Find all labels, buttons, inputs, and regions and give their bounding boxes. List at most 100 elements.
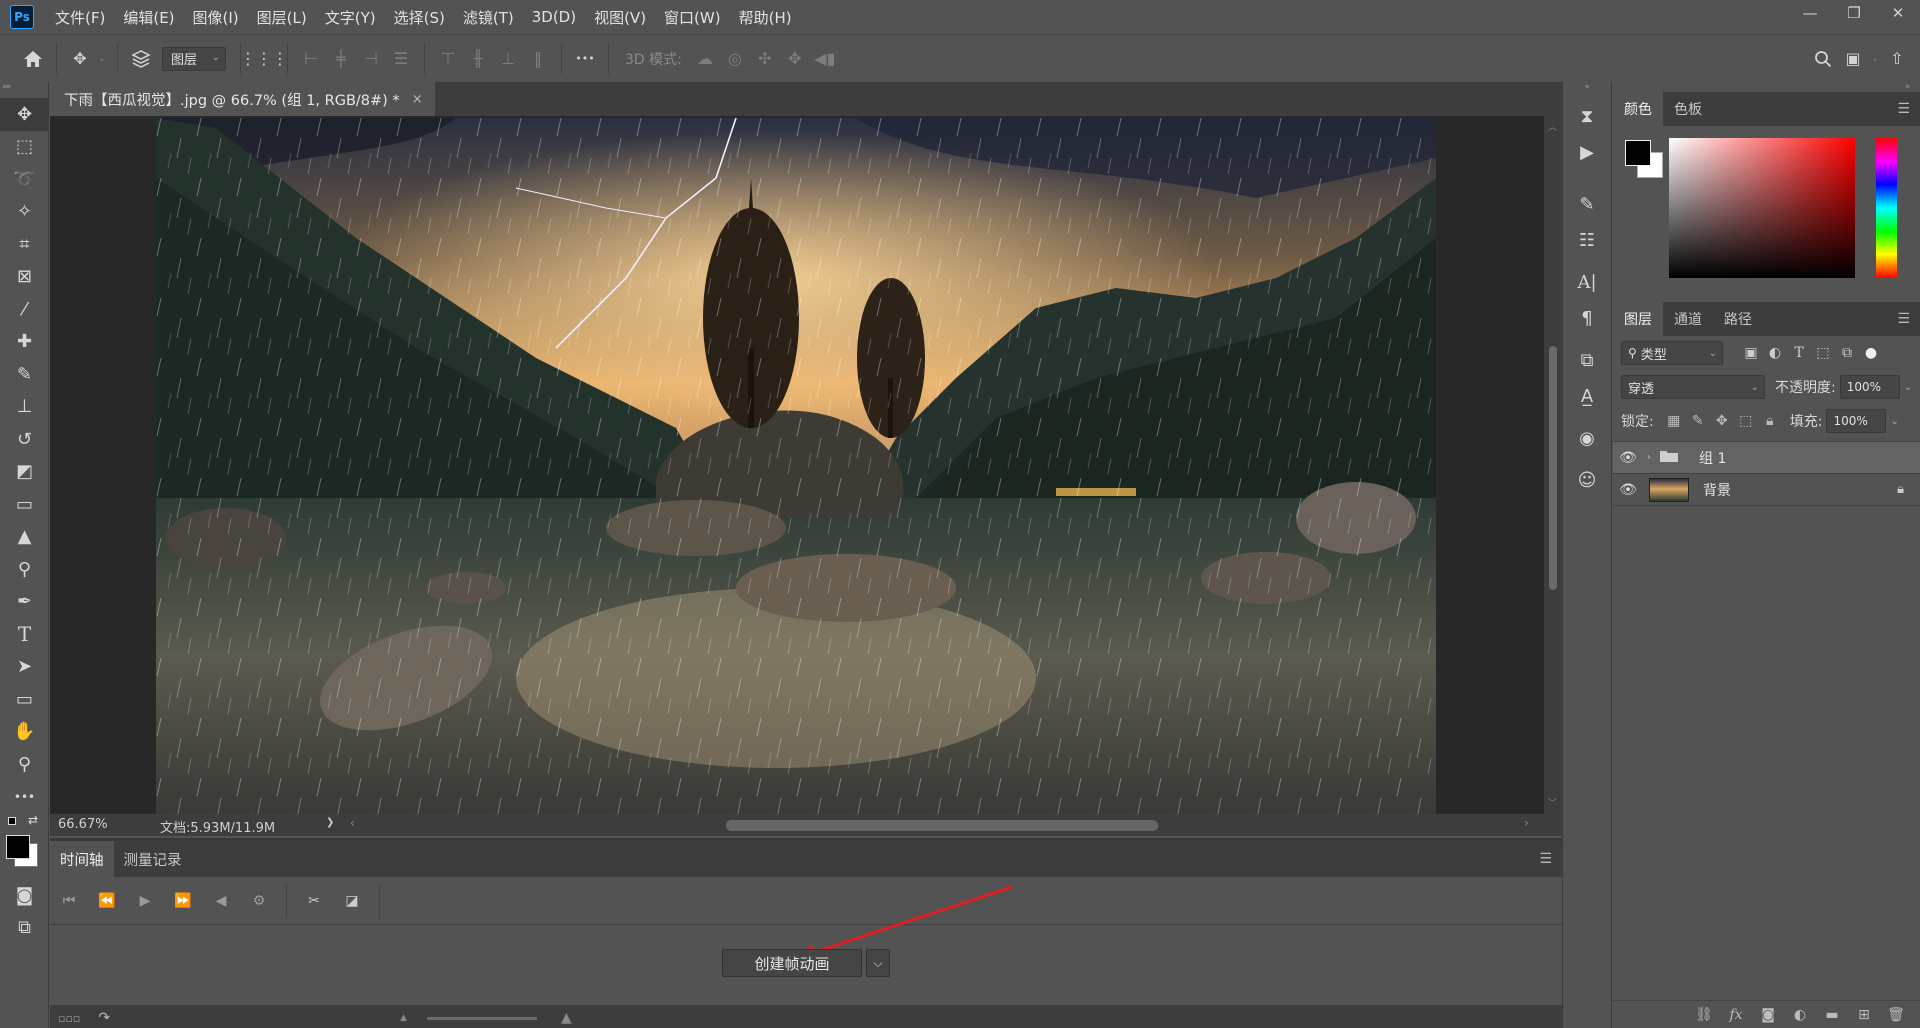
move-tool-icon[interactable]: ✥ [65, 44, 95, 74]
pen-tool-icon[interactable]: ✒ [0, 586, 49, 619]
filter-adjustment-icon[interactable]: ◐ [1763, 345, 1787, 361]
layer-style-fx-icon[interactable]: fx [1720, 1007, 1752, 1023]
document-tab[interactable]: 下雨【西瓜视觉】.jpg @ 66.7% (组 1, RGB/8#) * × [50, 82, 435, 116]
previous-frame-icon[interactable]: ⏪ [88, 877, 126, 925]
tab-color[interactable]: 颜色 [1613, 92, 1663, 126]
align-left-icon[interactable]: ⊢ [296, 44, 326, 74]
tab-paths[interactable]: 路径 [1713, 302, 1763, 336]
transition-icon[interactable]: ◪ [333, 877, 371, 925]
type-tool-icon[interactable]: T [0, 618, 49, 651]
more-options-icon[interactable]: ••• [570, 44, 600, 74]
path-selection-tool-icon[interactable]: ➤ [0, 651, 49, 684]
menu-view[interactable]: 视图(V) [585, 0, 655, 34]
link-layers-icon[interactable]: ⛓ [1688, 1007, 1720, 1023]
paragraph-panel-icon[interactable]: ¶ [1563, 300, 1611, 336]
scroll-up-icon[interactable]: ︿ [1548, 120, 1557, 133]
filter-toggle-icon[interactable]: ● [1859, 345, 1883, 361]
menu-image[interactable]: 图像(I) [184, 0, 248, 34]
filter-pixel-icon[interactable]: ▣ [1739, 345, 1763, 361]
align-top-icon[interactable]: ⊤ [433, 44, 463, 74]
panel-menu-icon[interactable]: ☰ [1897, 311, 1910, 327]
filter-shape-icon[interactable]: ⬚ [1811, 345, 1835, 361]
menu-type[interactable]: 文字(Y) [316, 0, 385, 34]
edit-toolbar-icon[interactable]: ••• [0, 781, 49, 814]
menu-help[interactable]: 帮助(H) [730, 0, 801, 34]
healing-brush-tool-icon[interactable]: ✚ [0, 326, 49, 359]
menu-file[interactable]: 文件(F) [46, 0, 114, 34]
workspace-icon[interactable]: ▣ [1838, 44, 1868, 74]
scroll-left-icon[interactable]: ‹ [350, 816, 355, 830]
rectangle-tool-icon[interactable]: ▭ [0, 683, 49, 716]
foreground-color-swatch[interactable] [1625, 140, 1651, 166]
hue-slider[interactable] [1876, 138, 1897, 278]
close-icon[interactable]: × [412, 92, 423, 107]
history-panel-icon[interactable]: ⧗ [1563, 98, 1611, 134]
glyphs-icon[interactable]: ⧉ [1563, 342, 1611, 378]
foreground-color-swatch[interactable] [6, 835, 30, 859]
marquee-tool-icon[interactable]: ⬚ [0, 131, 49, 164]
opacity-field[interactable]: 100% [1839, 375, 1900, 399]
expand-chevron-icon[interactable]: › [1647, 452, 1659, 463]
lock-image-icon[interactable]: ✎ [1686, 413, 1710, 429]
blend-mode-select[interactable]: 穿透 ⌄ [1621, 375, 1765, 399]
lock-position-icon[interactable]: ✥ [1710, 413, 1734, 429]
quick-mask-icon[interactable]: ◙ [0, 879, 49, 912]
collapse-arrows-icon[interactable]: » [2, 82, 8, 92]
create-animation-dropdown[interactable]: ⌵ [866, 949, 890, 977]
align-center-h-icon[interactable]: ╪ [326, 44, 356, 74]
layer-filter-select[interactable]: ⚲ 类型 ⌄ [1621, 341, 1723, 365]
brush-tool-icon[interactable]: ✎ [0, 358, 49, 391]
magic-wand-tool-icon[interactable]: ✧ [0, 196, 49, 229]
close-button[interactable]: ✕ [1876, 0, 1920, 26]
convert-frames-icon[interactable]: ▫▫▫ [58, 1012, 80, 1025]
hand-tool-icon[interactable]: ✋ [0, 716, 49, 749]
menu-filter[interactable]: 滤镜(T) [454, 0, 523, 34]
clone-stamp-tool-icon[interactable]: ⊥ [0, 391, 49, 424]
lock-all-icon[interactable]: 🔒︎ [1758, 413, 1782, 429]
tab-swatches[interactable]: 色板 [1663, 92, 1713, 126]
canvas-area[interactable] [50, 116, 1544, 814]
adjustments-icon[interactable]: ☷ [1563, 222, 1611, 258]
search-icon[interactable] [1808, 44, 1838, 74]
distribute-v-icon[interactable]: ‖ [523, 44, 553, 74]
lock-artboard-icon[interactable]: ⬚ [1734, 413, 1758, 429]
character-styles-icon[interactable]: A̲ [1563, 378, 1611, 414]
align-right-icon[interactable]: ⊣ [356, 44, 386, 74]
next-frame-icon[interactable]: ⏩ [164, 877, 202, 925]
screen-mode-icon[interactable]: ⧉ [0, 912, 49, 945]
zoom-tool-icon[interactable]: ⚲ [0, 748, 49, 781]
vertical-scrollbar[interactable]: ︿ ﹀ [1544, 116, 1562, 814]
photoshop-logo-icon[interactable]: Ps [10, 5, 34, 29]
3d-pan-icon[interactable]: ✣ [750, 44, 780, 74]
menu-3d[interactable]: 3D(D) [523, 0, 585, 34]
dodge-tool-icon[interactable]: ⚲ [0, 553, 49, 586]
visibility-eye-icon[interactable]: 👁︎ [1613, 482, 1643, 498]
3d-orbit-icon[interactable]: ☁ [690, 44, 720, 74]
move-tool-icon[interactable]: ✥ [0, 98, 49, 131]
document-image[interactable] [156, 118, 1436, 814]
scroll-right-icon[interactable]: › [1524, 816, 1529, 830]
play-icon[interactable]: ▶ [126, 877, 164, 925]
minimize-button[interactable]: — [1788, 0, 1832, 26]
lasso-tool-icon[interactable]: ➰ [0, 163, 49, 196]
people-icon[interactable]: ☺ [1563, 462, 1611, 498]
zoom-in-icon[interactable]: ▲ [561, 1010, 572, 1026]
history-brush-tool-icon[interactable]: ↺ [0, 423, 49, 456]
chevron-down-icon[interactable]: ⌄ [1904, 382, 1912, 393]
new-layer-icon[interactable]: ⊞ [1848, 1007, 1880, 1023]
tab-timeline[interactable]: 时间轴 [50, 841, 114, 877]
align-bottom-icon[interactable]: ⊥ [493, 44, 523, 74]
share-icon[interactable]: ⇧ [1882, 44, 1912, 74]
blur-tool-icon[interactable]: ▲ [0, 521, 49, 554]
filter-type-icon[interactable]: T [1787, 345, 1811, 361]
3d-slide-icon[interactable]: ✥ [780, 44, 810, 74]
tool-preset-chevron-icon[interactable]: ⌄ [95, 44, 109, 74]
auto-select-icon[interactable] [126, 44, 156, 74]
horizontal-scrollbar-thumb[interactable] [726, 820, 1158, 831]
fill-field[interactable]: 100% [1826, 409, 1887, 433]
adjustment-layer-icon[interactable]: ◐ [1784, 1007, 1816, 1023]
vertical-scrollbar-thumb[interactable] [1549, 346, 1557, 590]
layer-row-group[interactable]: 👁︎ › 组 1 [1613, 442, 1920, 474]
panel-menu-icon[interactable]: ☰ [1897, 101, 1910, 117]
zoom-level-field[interactable]: 66.67% [58, 817, 108, 832]
